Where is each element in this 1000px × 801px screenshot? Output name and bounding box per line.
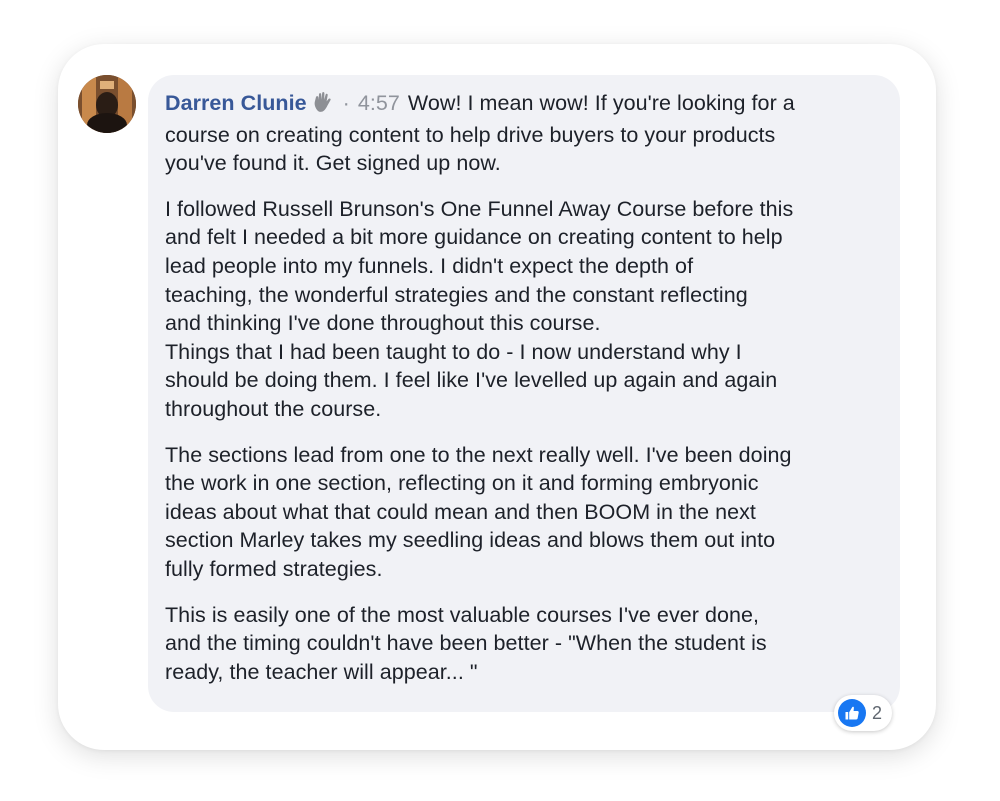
comment-text-line: and thinking I've done throughout this c… [165,311,601,336]
comment-text-intro: Wow! I mean wow! If you're looking for a [407,91,795,115]
comment-text-line: and felt I needed a bit more guidance on… [165,225,783,250]
comment-timestamp[interactable]: 4:57 [358,91,400,115]
comment-bubble: Darren Clunie · 4:57 Wow! I mean wow! If yo… [148,75,900,712]
comment-text-line: ideas about what that could mean and the… [165,499,756,524]
comment-text-line: ready, the teacher will appear... " [165,659,478,684]
comment-text-line: teaching, the wonderful strategies and t… [165,282,748,307]
comment-header-line: Darren Clunie · 4:57 Wow! I mean wow! If yo… [165,89,882,121]
comment-text-line: should be doing them. I feel like I've l… [165,368,778,393]
comment-paragraph-2: I followed Russell Brunson's One Funnel … [165,195,882,424]
author-name[interactable]: Darren Clunie [165,91,307,115]
comment-paragraph-1: Darren Clunie · 4:57 Wow! I mean wow! If yo… [165,89,882,178]
comment-text-line: you've found it. Get signed up now. [165,151,501,176]
comment-text-line: course on creating content to help drive… [165,122,776,147]
comment-text-line: This is easily one of the most valuable … [165,602,760,627]
meta-separator: · [342,91,350,115]
comment-text-line: fully formed strategies. [165,556,383,581]
avatar[interactable] [78,75,136,133]
comment-text-line: I followed Russell Brunson's One Funnel … [165,196,794,221]
reaction-summary[interactable]: 2 [834,695,893,731]
comment-paragraph-4: This is easily one of the most valuable … [165,601,882,687]
reaction-count: 2 [872,702,883,723]
comment-text-line: The sections lead from one to the next r… [165,442,792,467]
comment-text-line: section Marley takes my seedling ideas a… [165,528,776,553]
comment-text-line: lead people into my funnels. I didn't ex… [165,253,694,278]
comment-text-line: the work in one section, reflecting on i… [165,471,759,496]
comment-text-line: throughout the course. [165,396,382,421]
comment-text-line: and the timing couldn't have been better… [165,631,767,656]
comment-text-line: Things that I had been taught to do - I … [165,339,742,364]
wave-hand-icon [313,91,333,121]
comment-paragraph-3: The sections lead from one to the next r… [165,441,882,584]
like-thumb-icon [838,699,866,727]
